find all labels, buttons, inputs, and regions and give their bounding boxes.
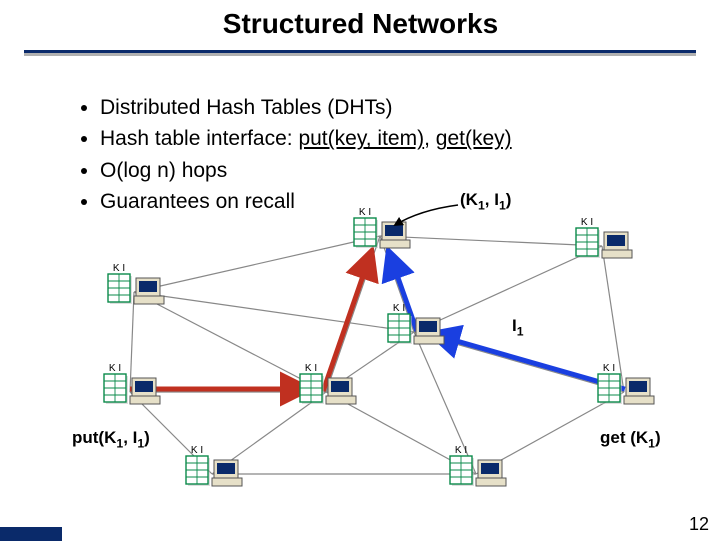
svg-text:K I: K I bbox=[191, 445, 203, 456]
label-i1: I1 bbox=[512, 316, 524, 338]
svg-text:K I: K I bbox=[455, 445, 467, 456]
network-node: K I bbox=[104, 363, 160, 404]
label-get: get (K1) bbox=[600, 428, 661, 450]
svg-text:K I: K I bbox=[581, 217, 593, 228]
slide: Structured Networks Distributed Hash Tab… bbox=[0, 0, 721, 541]
label-put: put(K1, I1) bbox=[72, 428, 150, 450]
svg-text:K I: K I bbox=[109, 363, 121, 374]
network-node: K I bbox=[354, 207, 410, 248]
svg-text:K I: K I bbox=[305, 363, 317, 374]
network-node: K I bbox=[186, 445, 242, 486]
network-node: K I bbox=[576, 217, 632, 258]
network-node: K I bbox=[450, 445, 506, 486]
svg-text:K I: K I bbox=[113, 263, 125, 274]
network-diagram: K I K I K I K I K I K I K I K I K I bbox=[0, 0, 721, 541]
accent-bar bbox=[0, 527, 62, 541]
network-node: K I bbox=[108, 263, 164, 304]
network-node: K I bbox=[598, 363, 654, 404]
network-node: K I bbox=[388, 303, 444, 344]
page-number: 12 bbox=[689, 514, 709, 535]
network-node: K I bbox=[300, 363, 356, 404]
svg-text:K I: K I bbox=[393, 303, 405, 314]
svg-text:K I: K I bbox=[359, 207, 371, 218]
svg-text:K I: K I bbox=[603, 363, 615, 374]
label-k1i1: (K1, I1) bbox=[460, 190, 511, 212]
